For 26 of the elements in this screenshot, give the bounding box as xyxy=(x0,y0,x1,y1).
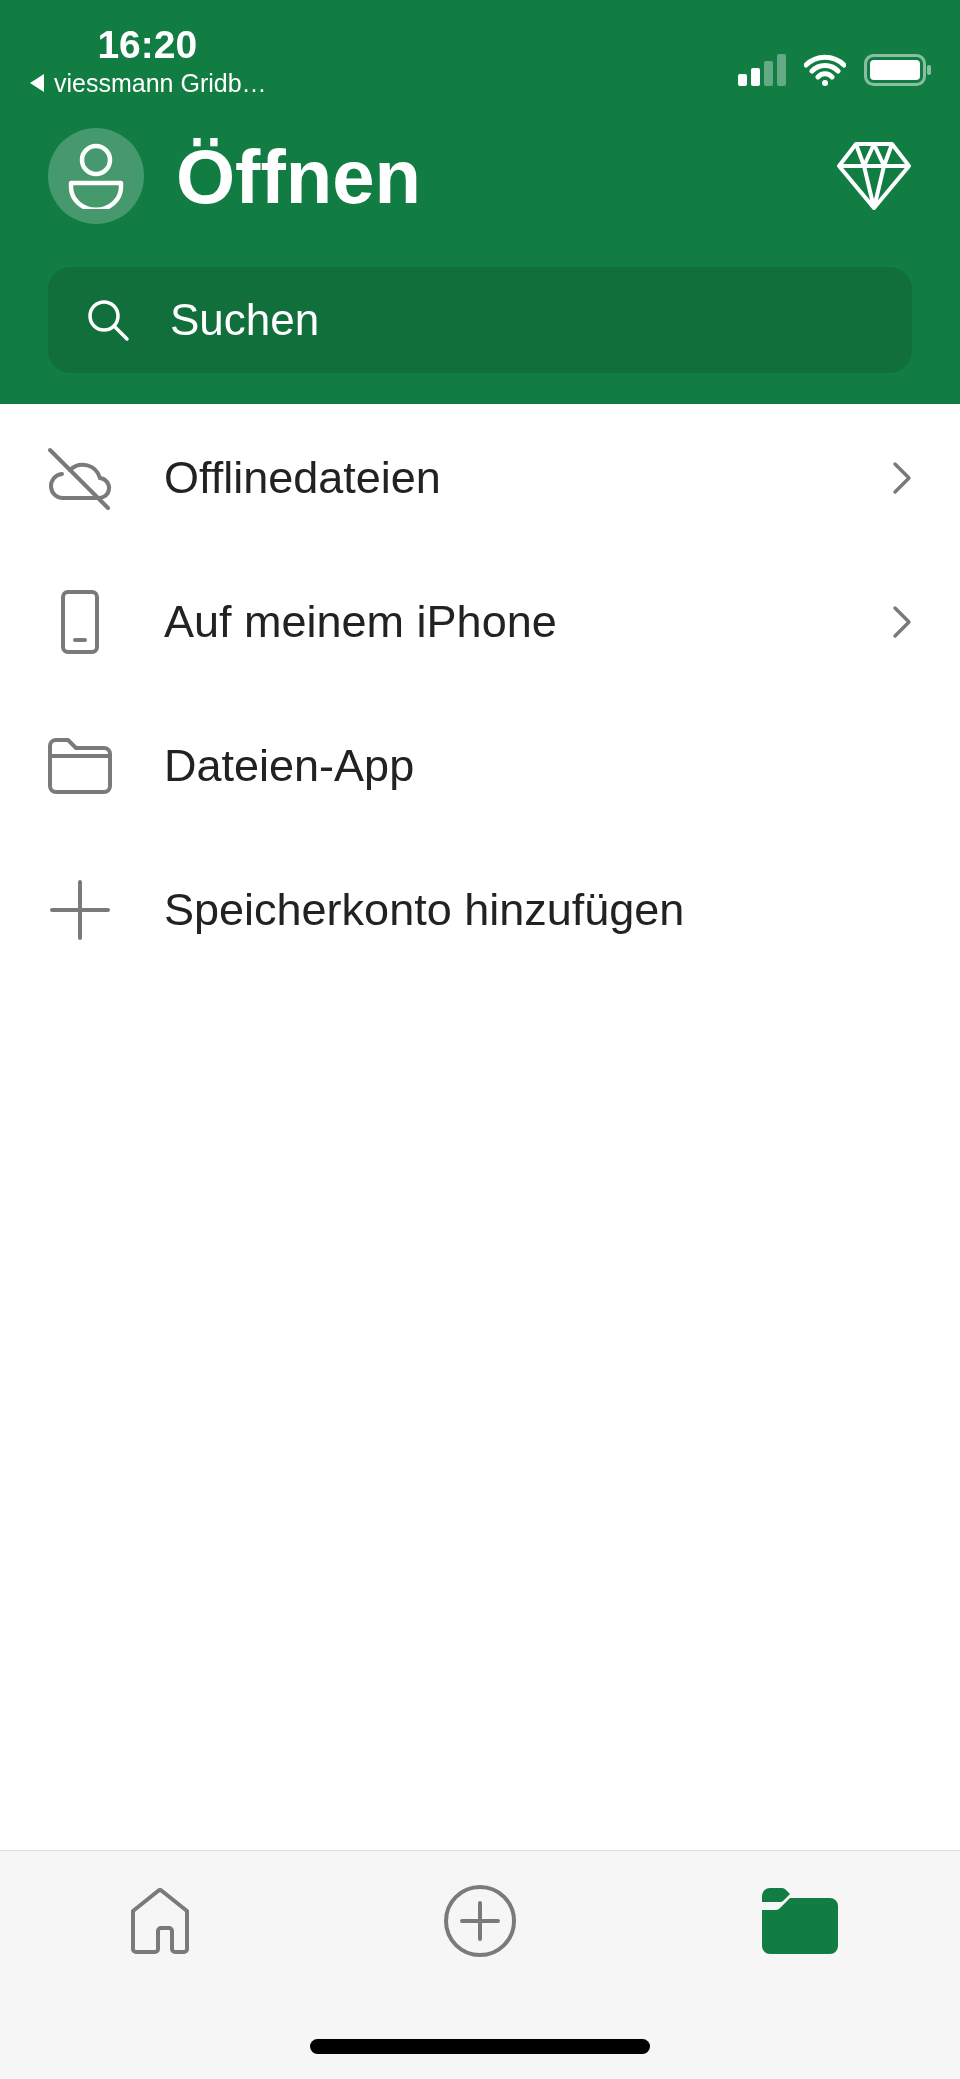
status-time: 16:20 xyxy=(97,22,198,68)
battery-icon xyxy=(864,54,932,86)
plus-icon xyxy=(50,880,110,940)
item-label: Speicherkonto hinzufügen xyxy=(164,884,686,936)
item-label: Auf meinem iPhone xyxy=(164,596,558,648)
signal-icon xyxy=(738,54,786,86)
item-label: Dateien-App xyxy=(164,740,416,792)
home-icon[interactable] xyxy=(129,1887,191,1955)
cloud-off-icon xyxy=(48,446,112,510)
back-triangle-icon[interactable] xyxy=(28,73,46,93)
search-icon xyxy=(86,298,130,342)
folder-icon xyxy=(48,738,112,794)
wifi-icon xyxy=(804,54,846,86)
list-item[interactable]: Speicherkonto hinzufügen xyxy=(0,838,960,982)
add-circle-icon[interactable] xyxy=(443,1884,517,1958)
back-link[interactable]: viessmann Gridb… xyxy=(54,68,267,98)
item-label: Offlinedateien xyxy=(164,452,442,504)
list-item[interactable]: Offlinedateien xyxy=(0,406,960,550)
diamond-icon[interactable] xyxy=(836,141,912,211)
list-item[interactable]: Dateien-App xyxy=(0,694,960,838)
folder-icon[interactable] xyxy=(762,1888,838,1954)
phone-icon xyxy=(60,590,100,654)
page-title: Öffnen xyxy=(176,132,422,220)
search-field[interactable]: Suchen xyxy=(48,267,912,373)
person-icon xyxy=(68,143,124,209)
list-item[interactable]: Auf meinem iPhone xyxy=(0,550,960,694)
